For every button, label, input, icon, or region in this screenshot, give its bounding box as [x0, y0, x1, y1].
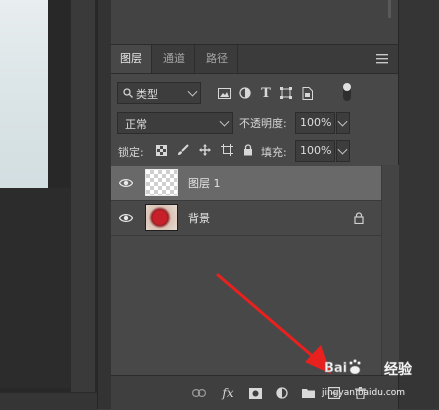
search-icon [123, 88, 133, 98]
layer-row-background[interactable]: 背景 [111, 201, 381, 236]
opacity-label: 不透明度: [239, 117, 287, 130]
watermark-url: jingyan.baidu.com [322, 388, 406, 398]
link-icon[interactable] [191, 385, 207, 401]
tab-channels[interactable]: 通道 [154, 45, 195, 73]
baidu-watermark: Bai 经验 jingyan.baidu.com [318, 350, 438, 406]
filter-toggle-knob [343, 83, 351, 91]
layer-thumbnail-lantern [145, 204, 178, 231]
adjustment-icon[interactable] [274, 385, 290, 401]
layer-name[interactable]: 图层 1 [188, 175, 221, 191]
filter-kind-select[interactable]: 类型 [117, 82, 201, 104]
chevron-down-icon [337, 144, 348, 155]
fill-input[interactable]: 100% [295, 140, 335, 162]
filter-adjustment-icon[interactable] [237, 85, 253, 101]
opacity-input[interactable]: 100% [295, 112, 335, 134]
canvas-image[interactable] [0, 0, 48, 188]
lock-icon [354, 212, 364, 224]
lock-transparent-icon[interactable] [154, 143, 168, 157]
fill-dropdown-button[interactable] [336, 140, 350, 162]
opacity-value: 100% [300, 116, 332, 129]
lock-label: 锁定: [118, 146, 144, 159]
panel-menu-icon[interactable] [376, 54, 388, 64]
canvas-vertical-scrollbar[interactable] [70, 0, 95, 392]
filter-shape-icon[interactable] [278, 85, 294, 101]
tab-paths[interactable]: 路径 [197, 45, 238, 73]
filter-smart-object-icon[interactable] [299, 85, 315, 101]
canvas-horizontal-scrollbar[interactable] [0, 392, 97, 410]
filter-pixel-icon[interactable] [216, 85, 232, 101]
layer-name[interactable]: 背景 [188, 210, 210, 226]
right-dock-strip [398, 0, 439, 409]
lock-position-move-icon[interactable] [198, 143, 212, 157]
layer-thumbnail-transparent [145, 169, 178, 196]
chevron-down-icon [187, 86, 198, 97]
upper-panel-scrollbar[interactable] [388, 0, 391, 18]
fx-icon[interactable]: fx [219, 384, 237, 402]
upper-panel [111, 0, 398, 45]
lock-all-icon[interactable] [241, 143, 255, 157]
blend-mode-value: 正常 [125, 118, 147, 131]
canvas-pasteboard [0, 188, 70, 388]
chevron-down-icon [219, 116, 230, 127]
opacity-dropdown-button[interactable] [336, 112, 350, 134]
eye-icon[interactable] [119, 212, 133, 224]
fill-label: 填充: [261, 146, 287, 159]
layers-list-scrollbar[interactable] [381, 165, 399, 375]
layer-row-layer1[interactable]: 图层 1 [111, 166, 381, 201]
eye-icon[interactable] [119, 177, 133, 189]
filter-kind-label: 类型 [136, 88, 158, 101]
panel-divider[interactable] [97, 0, 112, 409]
filter-type-icon[interactable]: T [258, 85, 274, 101]
tab-layers[interactable]: 图层 [111, 45, 152, 73]
svg-text:Bai: Bai [324, 361, 347, 376]
lock-image-brush-icon[interactable] [176, 143, 190, 157]
chevron-down-icon [337, 116, 348, 127]
filter-toggle[interactable] [343, 83, 351, 101]
mask-icon[interactable] [247, 385, 263, 401]
folder-icon[interactable] [300, 385, 316, 401]
blend-mode-select[interactable]: 正常 [117, 112, 233, 134]
lock-artboard-icon[interactable] [220, 143, 234, 157]
panel-tab-bar: 图层 通道 路径 [111, 45, 398, 74]
fill-value: 100% [300, 144, 332, 157]
watermark-title: 经验 [384, 362, 412, 378]
baidu-paw-logo: Bai [324, 359, 361, 376]
